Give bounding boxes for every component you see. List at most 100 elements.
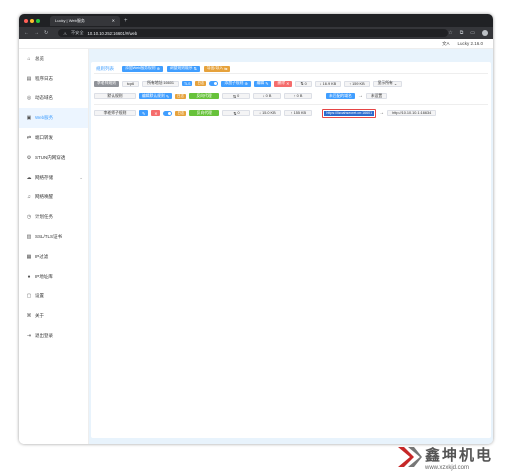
sidebar: ⌂ 总览 ▤ 程序日志 ◎ 动态域名 ▣ Web服务 ⇄ 端口转发 ⚙ STUN… [19,49,89,444]
sub-rule-name: 默认规则 [94,93,136,99]
sidebar-item-settings[interactable]: ▢ 设置 [19,287,88,307]
back-icon[interactable]: ← [24,30,29,36]
reload-icon[interactable]: ↻ [44,30,48,36]
sub-rule-toggle[interactable] [163,110,173,116]
clock-icon: ◷ [26,214,32,221]
delete-sub-rule-button[interactable]: ✕ [151,110,161,116]
sidebar-item-wol[interactable]: ♫ 网络唤醒 [19,188,88,208]
edit-default-rule-button[interactable]: 编辑默认规则 ✎ [139,93,173,99]
adjust-order-button[interactable]: 调整规则顺序 ⇅ [166,65,200,72]
url-text: 10.10.10.252:16601/#/web [87,30,138,36]
sidebar-toggle-icon[interactable]: ▭ [470,30,475,36]
sidebar-item-label: 计划任务 [35,214,53,220]
add-sub-rule-button[interactable]: 添加子规则 ⊕ [221,80,251,87]
connections-stat: ⇅ 0 [295,80,312,87]
web-icon: ▣ [26,115,32,122]
sidebar-item-ssl[interactable]: ▥ SSL/TLS证书 [19,227,88,247]
cloud-icon: ☁ [26,174,32,181]
log-button[interactable]: 日志 [195,81,207,86]
translate-icon[interactable]: 文A [442,41,450,47]
sidebar-item-logout[interactable]: ⇥ 退出登录 [19,326,88,346]
security-warning-icon[interactable]: ⚠ [63,31,67,36]
source-domain[interactable]: https://lizoahsecret.cn:16601 [324,110,375,116]
sidebar-item-schedule[interactable]: ◷ 计划任务 [19,207,88,227]
browser-window: Lucky | Web服务 ✕ + ← → ↻ ⚠ 不安全 10.10.10.2… [19,14,493,444]
sidebar-item-label: Web服务 [35,115,54,121]
sidebar-item-label: 网络唤醒 [35,194,53,200]
protocol-label: tcp6 [121,80,140,87]
sub-download-stat: ↓ 15.0 KB [253,110,282,116]
add-web-rule-button[interactable]: 添加Web服务规则 ⊕ [122,65,163,72]
rule-enable-toggle[interactable] [209,81,219,86]
new-tab-icon[interactable]: + [124,18,128,24]
sidebar-item-ip-db[interactable]: ● IP地址库 [19,267,88,287]
sidebar-item-ip-filter[interactable]: ▦ IP过滤 [19,247,88,267]
tls-badge: TLS [181,81,193,86]
sub-rule-row: 李老师子规则 ✎ ✕ 日志 反向代理 ⇅ 0 ↓ 15.0 KB ↑ 155 K… [94,108,488,118]
sidebar-item-port-forward[interactable]: ⇄ 端口转发 [19,128,88,148]
chevron-down-icon: ⌄ [79,174,83,180]
sidebar-item-ddns[interactable]: ◎ 动态域名 [19,89,88,109]
stun-icon: ⚙ [26,154,32,161]
watermark-url: www.xzxkjd.com [425,464,470,471]
arrow-right-icon: → [357,93,363,99]
close-window-dot[interactable] [24,18,28,23]
sub-log-button[interactable]: 日志 [175,93,187,99]
watermark-title: 鑫坤机电 [425,445,494,464]
target-unset: 未设置 [365,93,388,99]
sub-download-stat: ↓ 0 B [253,93,282,99]
rule-main-row: 李老师规则 tcp6 所有地址:16601 TLS 日志 添加子规则 ⊕ 编辑 … [94,79,488,88]
profile-avatar[interactable] [482,30,488,36]
sidebar-item-label: 退出登录 [35,333,53,339]
sidebar-item-about[interactable]: ⌘ 关于 [19,306,88,326]
sub-upload-stat: ↑ 155 KB [284,110,313,116]
main-content: 规则列表 添加Web服务规则 ⊕ 调整规则顺序 ⇅ 导出/导入 ⇆ 李老师规则 … [89,49,493,444]
address-bar[interactable]: ⚠ 不安全 10.10.10.252:16601/#/web [58,29,449,37]
home-icon: ⌂ [27,55,31,62]
tab-rule-list[interactable]: 规则列表 [96,66,114,72]
edit-sub-rule-button[interactable]: ✎ [139,110,149,116]
sidebar-item-storage[interactable]: ☁ 网络存储 ⌄ [19,168,88,188]
delete-rule-button[interactable]: 删除 ✕ [274,80,293,87]
sidebar-item-overview[interactable]: ⌂ 总览 [19,49,88,69]
sidebar-item-logs[interactable]: ▤ 程序日志 [19,69,88,89]
rule-name: 李老师规则 [94,80,119,87]
app-version: Lucky 2.16.0 [457,41,483,46]
sidebar-item-label: 动态域名 [35,95,53,101]
sub-rule-name: 李老师子规则 [94,110,136,116]
edit-rule-button[interactable]: 编辑 ✎ [253,80,272,87]
reverse-proxy-badge: 反向代理 [189,93,220,99]
sub-log-button[interactable]: 日志 [175,110,187,116]
sidebar-item-label: 总览 [35,55,44,61]
logout-icon: ⇥ [26,333,32,340]
browser-tab[interactable]: Lucky | Web服务 ✕ [50,15,120,26]
filter-icon: ▦ [26,253,32,260]
show-all-select[interactable]: 显示所有 ⌄ [372,80,403,87]
sub-rule-list: 默认规则 编辑默认规则 ✎ 日志 反向代理 ⇅ 0 ↓ 0 B ↑ 0 B 未匹… [94,91,488,118]
info-icon: ⌘ [26,313,32,320]
reverse-proxy-badge: 反向代理 [189,110,220,116]
port-forward-icon: ⇄ [26,135,32,142]
maximize-window-dot[interactable] [36,18,40,23]
import-export-button[interactable]: 导出/导入 ⇆ [203,65,231,72]
sidebar-item-label: SSL/TLS证书 [35,234,63,240]
tab-close-icon[interactable]: ✕ [112,18,115,23]
target-address[interactable]: http://10.10.10.1:16634 [387,110,437,116]
minimize-window-dot[interactable] [30,18,34,23]
bookmark-star-icon[interactable]: ☆ [448,30,452,36]
sub-connections-stat: ⇅ 0 [222,110,251,116]
sub-connections-stat: ⇅ 0 [222,93,251,99]
sidebar-item-label: IP地址库 [35,273,53,279]
source-domain-highlight: https://lizoahsecret.cn:16601 [322,108,377,118]
app-header: 文A Lucky 2.16.0 [19,39,493,49]
sidebar-item-label: STUN内网穿透 [35,154,66,160]
extensions-icon[interactable]: ⧉ [460,30,464,36]
forward-icon[interactable]: → [34,30,39,36]
tab-title: Lucky | Web服务 [55,17,85,23]
listen-address: 所有地址:16601 [142,80,179,87]
arrow-right-icon: → [379,110,385,116]
cert-icon: ▥ [26,234,32,241]
sidebar-item-stun[interactable]: ⚙ STUN内网穿透 [19,148,88,168]
address-bar-row: ← → ↻ ⚠ 不安全 10.10.10.252:16601/#/web ☆ ⧉… [19,27,493,39]
sidebar-item-web[interactable]: ▣ Web服务 [19,108,88,129]
